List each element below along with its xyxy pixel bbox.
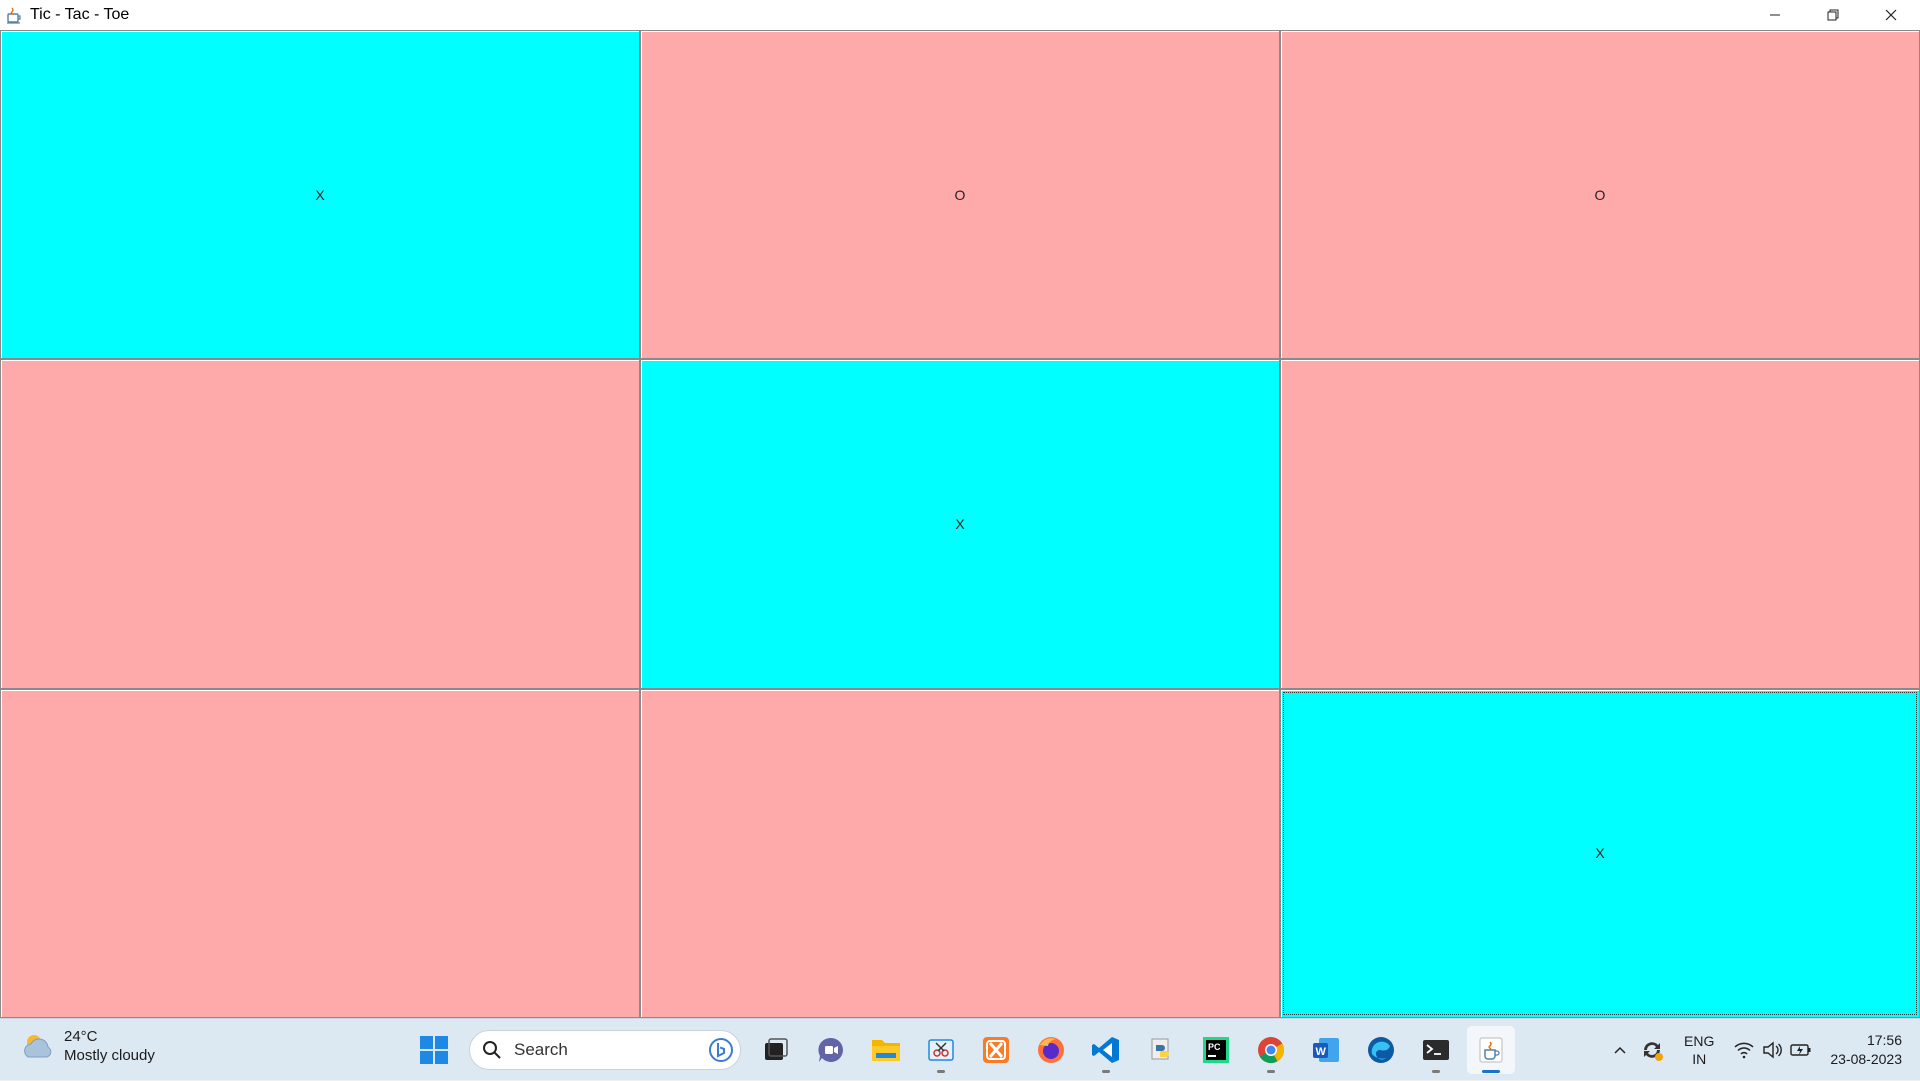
cell-mark: X <box>315 186 325 203</box>
xampp-icon <box>983 1037 1009 1063</box>
firefox-button[interactable] <box>1027 1026 1075 1074</box>
search-icon <box>483 1041 501 1059</box>
minimize-button[interactable] <box>1746 0 1804 30</box>
board-cell-7[interactable] <box>0 688 640 1018</box>
svg-text:W: W <box>1316 1046 1327 1058</box>
board-cell-9[interactable]: X <box>1280 688 1920 1018</box>
minimize-icon <box>1770 14 1780 16</box>
running-indicator <box>1102 1070 1110 1073</box>
network-volume-battery-button[interactable] <box>1728 1026 1818 1074</box>
region-label: IN <box>1692 1051 1707 1067</box>
board-cell-1[interactable]: X <box>0 30 640 360</box>
board-cell-2[interactable]: O <box>640 30 1280 360</box>
taskbar: 24°C Mostly cloudy Search PC W ENG IN 17… <box>0 1018 1920 1080</box>
word-icon: W <box>1313 1038 1339 1062</box>
board-cell-5[interactable]: X <box>640 359 1280 689</box>
volume-icon <box>1763 1041 1783 1059</box>
cloud-sun-icon <box>24 1035 52 1058</box>
snipping-tool-icon <box>928 1039 954 1061</box>
snipping-tool-button[interactable] <box>917 1026 965 1074</box>
word-button[interactable]: W <box>1302 1026 1350 1074</box>
firefox-icon <box>1038 1037 1064 1063</box>
sync-tray-button[interactable] <box>1634 1026 1670 1074</box>
board-cell-6[interactable] <box>1280 359 1920 689</box>
vscode-icon <box>1092 1037 1119 1063</box>
weather-temperature: 24°C <box>64 1028 98 1045</box>
edge-icon <box>1368 1037 1394 1063</box>
search-label: Search <box>514 1040 568 1059</box>
game-board: X O O X X <box>0 30 1920 1018</box>
close-icon <box>1885 9 1897 21</box>
pycharm-button[interactable]: PC <box>1192 1026 1240 1074</box>
wifi-icon <box>1734 1042 1754 1059</box>
show-hidden-icons-button[interactable] <box>1606 1026 1634 1074</box>
python-icon <box>1151 1038 1169 1060</box>
vscode-button[interactable] <box>1082 1026 1130 1074</box>
sync-icon <box>1644 1042 1664 1061</box>
system-tray: ENG IN 17:56 23-08-2023 <box>1606 1019 1908 1081</box>
input-language-indicator[interactable]: ENG IN <box>1670 1026 1728 1074</box>
task-view-icon <box>765 1038 788 1060</box>
window-title: Tic - Tac - Toe <box>30 6 130 23</box>
java-icon <box>1479 1037 1503 1063</box>
bing-icon <box>709 1038 733 1062</box>
window-controls <box>1746 0 1920 30</box>
clock-time: 17:56 <box>1866 1032 1902 1048</box>
clock[interactable]: 17:56 23-08-2023 <box>1818 1026 1908 1074</box>
start-button[interactable] <box>410 1026 458 1074</box>
running-indicator <box>1267 1070 1275 1073</box>
weather-condition: Mostly cloudy <box>64 1047 155 1064</box>
file-explorer-button[interactable] <box>862 1026 910 1074</box>
pycharm-icon: PC <box>1203 1037 1229 1063</box>
edge-button[interactable] <box>1357 1026 1405 1074</box>
teams-chat-icon <box>818 1037 843 1062</box>
teams-button[interactable] <box>807 1026 855 1074</box>
board-cell-3[interactable]: O <box>1280 30 1920 360</box>
task-view-button[interactable] <box>752 1026 800 1074</box>
terminal-icon <box>1423 1040 1449 1060</box>
chrome-button[interactable] <box>1247 1026 1295 1074</box>
language-label: ENG <box>1684 1033 1715 1049</box>
cell-mark: X <box>1595 845 1605 862</box>
java-app-button[interactable] <box>1467 1026 1515 1074</box>
cell-mark: X <box>955 515 965 532</box>
taskbar-apps: Search PC W <box>410 1024 1515 1076</box>
chrome-icon <box>1258 1037 1285 1064</box>
taskbar-search[interactable]: Search <box>469 1030 741 1070</box>
cell-mark: O <box>1594 186 1606 203</box>
title-bar: Tic - Tac - Toe <box>0 0 1920 30</box>
restore-icon <box>1827 9 1839 21</box>
close-button[interactable] <box>1862 0 1920 30</box>
chevron-up-icon <box>1614 1046 1626 1054</box>
battery-charging-icon <box>1790 1044 1811 1056</box>
running-indicator <box>937 1070 945 1073</box>
python-button[interactable] <box>1137 1026 1185 1074</box>
windows-start-icon <box>420 1036 448 1064</box>
svg-text:PC: PC <box>1208 1042 1221 1052</box>
restore-button[interactable] <box>1804 0 1862 30</box>
running-indicator <box>1432 1070 1440 1073</box>
clock-date: 23-08-2023 <box>1830 1051 1902 1067</box>
cell-mark: O <box>954 186 966 203</box>
weather-widget[interactable]: 24°C Mostly cloudy <box>20 1027 155 1065</box>
running-indicator <box>1482 1070 1500 1073</box>
xampp-button[interactable] <box>972 1026 1020 1074</box>
board-cell-8[interactable] <box>640 688 1280 1018</box>
java-icon <box>4 5 24 25</box>
folder-icon <box>872 1040 900 1061</box>
board-cell-4[interactable] <box>0 359 640 689</box>
terminal-button[interactable] <box>1412 1026 1460 1074</box>
